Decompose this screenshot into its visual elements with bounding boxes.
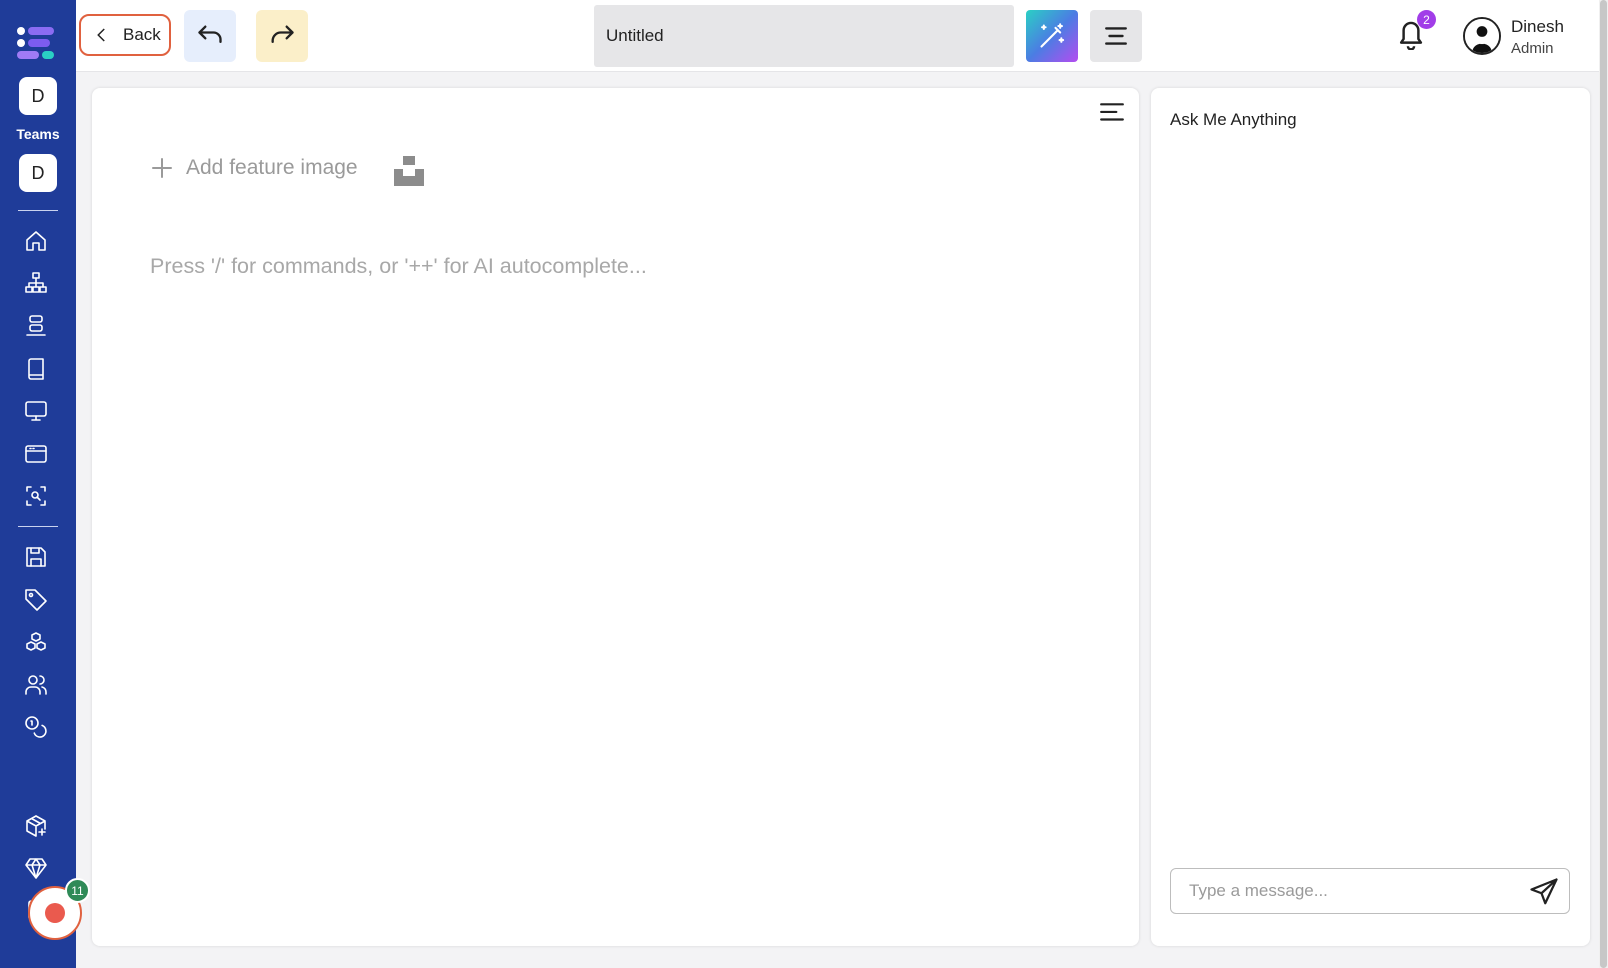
- menu-lines-icon: [1100, 103, 1124, 121]
- tag-icon[interactable]: [22, 586, 50, 614]
- undo-icon: [198, 25, 222, 43]
- plus-icon: [152, 158, 172, 178]
- redo-icon: [271, 25, 294, 43]
- sitemap-icon[interactable]: [22, 269, 50, 297]
- record-dot-icon: [45, 903, 65, 923]
- home-icon[interactable]: [22, 227, 50, 255]
- user-role: Admin: [1511, 40, 1554, 57]
- undo-button[interactable]: [184, 10, 236, 62]
- ai-message-input[interactable]: [1189, 869, 1509, 912]
- record-count-badge: 11: [65, 878, 90, 903]
- browser-window-icon[interactable]: [22, 440, 50, 468]
- add-feature-image-label: Add feature image: [186, 156, 358, 179]
- coins-icon[interactable]: [22, 713, 50, 741]
- cubes-icon[interactable]: [22, 629, 50, 657]
- save-icon[interactable]: [22, 543, 50, 571]
- scrollbar-thumb[interactable]: [1600, 0, 1607, 968]
- team-badge[interactable]: D: [19, 154, 57, 192]
- scan-search-icon[interactable]: [22, 482, 50, 510]
- editor-card[interactable]: Add feature image Press '/' for commands…: [92, 88, 1139, 946]
- teams-label: Teams: [16, 126, 60, 142]
- menu-lines-icon: [1105, 27, 1127, 45]
- send-button[interactable]: [1529, 877, 1559, 907]
- avatar[interactable]: [1463, 17, 1501, 55]
- align-menu-button[interactable]: [1090, 10, 1142, 62]
- document-title-input[interactable]: [594, 5, 1014, 67]
- book-icon[interactable]: [22, 355, 50, 383]
- redo-button[interactable]: [256, 10, 308, 62]
- send-icon: [1530, 878, 1558, 905]
- sidebar: D Teams D: [0, 0, 76, 968]
- ai-chat-panel: Ask Me Anything: [1151, 88, 1590, 946]
- team-badge[interactable]: D: [19, 77, 57, 115]
- back-button[interactable]: Back: [79, 14, 171, 56]
- editor-placeholder[interactable]: Press '/' for commands, or '++' for AI a…: [150, 254, 647, 279]
- editor-menu-button[interactable]: [1099, 100, 1125, 126]
- ai-message-box: [1170, 868, 1570, 914]
- users-icon[interactable]: [22, 671, 50, 699]
- sidebar-divider: [18, 526, 58, 527]
- ai-panel-title: Ask Me Anything: [1170, 110, 1297, 129]
- stack-icon[interactable]: [22, 312, 50, 340]
- sidebar-divider: [18, 210, 58, 211]
- notification-badge: 2: [1417, 10, 1436, 29]
- diamond-icon[interactable]: [22, 854, 50, 882]
- add-feature-image-button[interactable]: Add feature image: [150, 156, 358, 180]
- magic-wand-icon: [1040, 23, 1065, 48]
- chevron-left-icon: [97, 28, 105, 42]
- user-name: Dinesh: [1511, 17, 1564, 36]
- back-label: Back: [123, 25, 161, 44]
- unsplash-icon[interactable]: [394, 156, 424, 186]
- user-silhouette-icon: [1465, 19, 1499, 53]
- app-logo-icon[interactable]: [16, 26, 56, 60]
- package-plus-icon[interactable]: [22, 812, 50, 840]
- ai-magic-button[interactable]: [1026, 10, 1078, 62]
- monitor-icon[interactable]: [22, 397, 50, 425]
